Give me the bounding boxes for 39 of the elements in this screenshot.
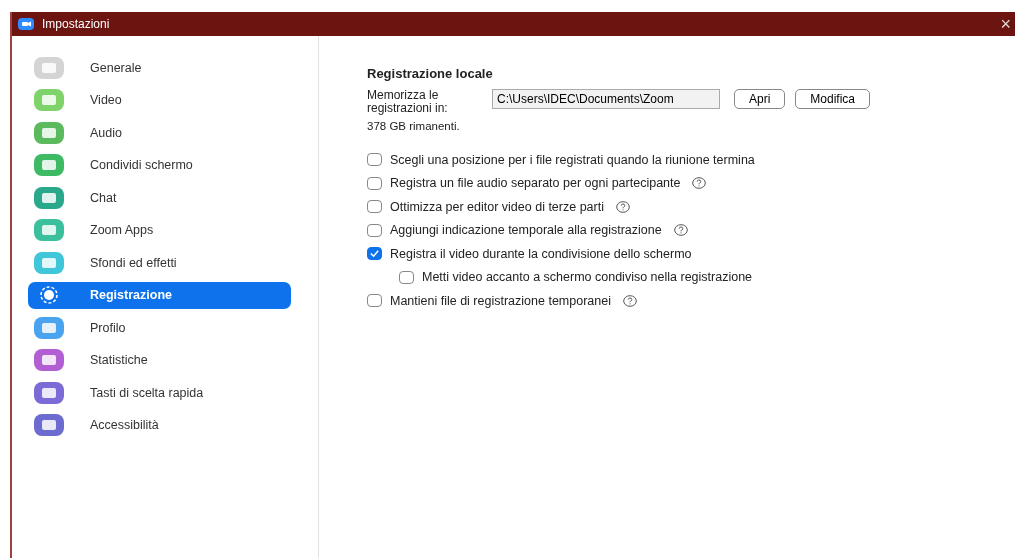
- option-label: Scegli una posizione per i file registrati quando la riunione termina: [390, 152, 755, 167]
- checkbox[interactable]: [367, 223, 382, 237]
- sidebar-item[interactable]: Zoom Apps: [28, 216, 291, 244]
- location-label: Memorizza le registrazioni in:: [367, 89, 449, 115]
- sidebar-item[interactable]: Tasti di scelta rapida: [28, 379, 291, 406]
- sidebar-item[interactable]: Statistiche: [28, 346, 291, 374]
- path-field[interactable]: C:\Users\IDEC\Documents\Zoom: [492, 89, 720, 109]
- space-remaining: 378 GB rimanenti.: [367, 120, 461, 132]
- option-label: Aggiungi indicazione temporale alla registrazione: [390, 223, 662, 238]
- camera-icon: [18, 18, 34, 30]
- window-title: Impostazioni: [42, 17, 111, 31]
- option-label: Registra un file audio separato per ogni partecipante: [390, 176, 681, 191]
- checkbox[interactable]: [367, 247, 382, 261]
- sidebar-item[interactable]: Profilo: [28, 314, 291, 341]
- checkbox[interactable]: [367, 176, 382, 190]
- sidebar-item[interactable]: Audio: [28, 119, 291, 146]
- option-label: Mantieni file di registrazione temporanei: [390, 293, 611, 308]
- action-button[interactable]: Modifica: [795, 89, 871, 109]
- help-icon[interactable]: [673, 224, 688, 237]
- close-button[interactable]: ×: [996, 13, 1015, 35]
- sidebar-item[interactable]: Condividi schermo: [28, 151, 291, 179]
- help-icon[interactable]: [692, 177, 707, 190]
- help-icon[interactable]: [616, 200, 630, 213]
- checkbox[interactable]: [399, 270, 414, 284]
- sidebar-item[interactable]: Chat: [28, 184, 291, 211]
- action-button[interactable]: Apri: [734, 89, 786, 109]
- checkbox[interactable]: [367, 294, 382, 308]
- option-label: Metti video accanto a schermo condiviso nella registrazione: [422, 270, 753, 285]
- sidebar-item[interactable]: Sfondi ed effetti: [28, 249, 291, 276]
- sidebar-item[interactable]: Registrazione: [28, 281, 291, 309]
- option-label: Ottimizza per editor video di terze parti: [390, 199, 604, 214]
- checkbox[interactable]: [367, 153, 382, 167]
- sidebar-item[interactable]: Accessibilità: [28, 411, 291, 439]
- sidebar-item[interactable]: Video: [28, 86, 291, 114]
- sidebar-item[interactable]: Generale: [28, 54, 291, 81]
- checkbox[interactable]: [367, 200, 382, 214]
- help-icon[interactable]: [622, 294, 637, 307]
- option-label: Registra il video durante la condivisione dello schermo: [390, 246, 692, 261]
- section-heading: Registrazione locale: [367, 66, 494, 81]
